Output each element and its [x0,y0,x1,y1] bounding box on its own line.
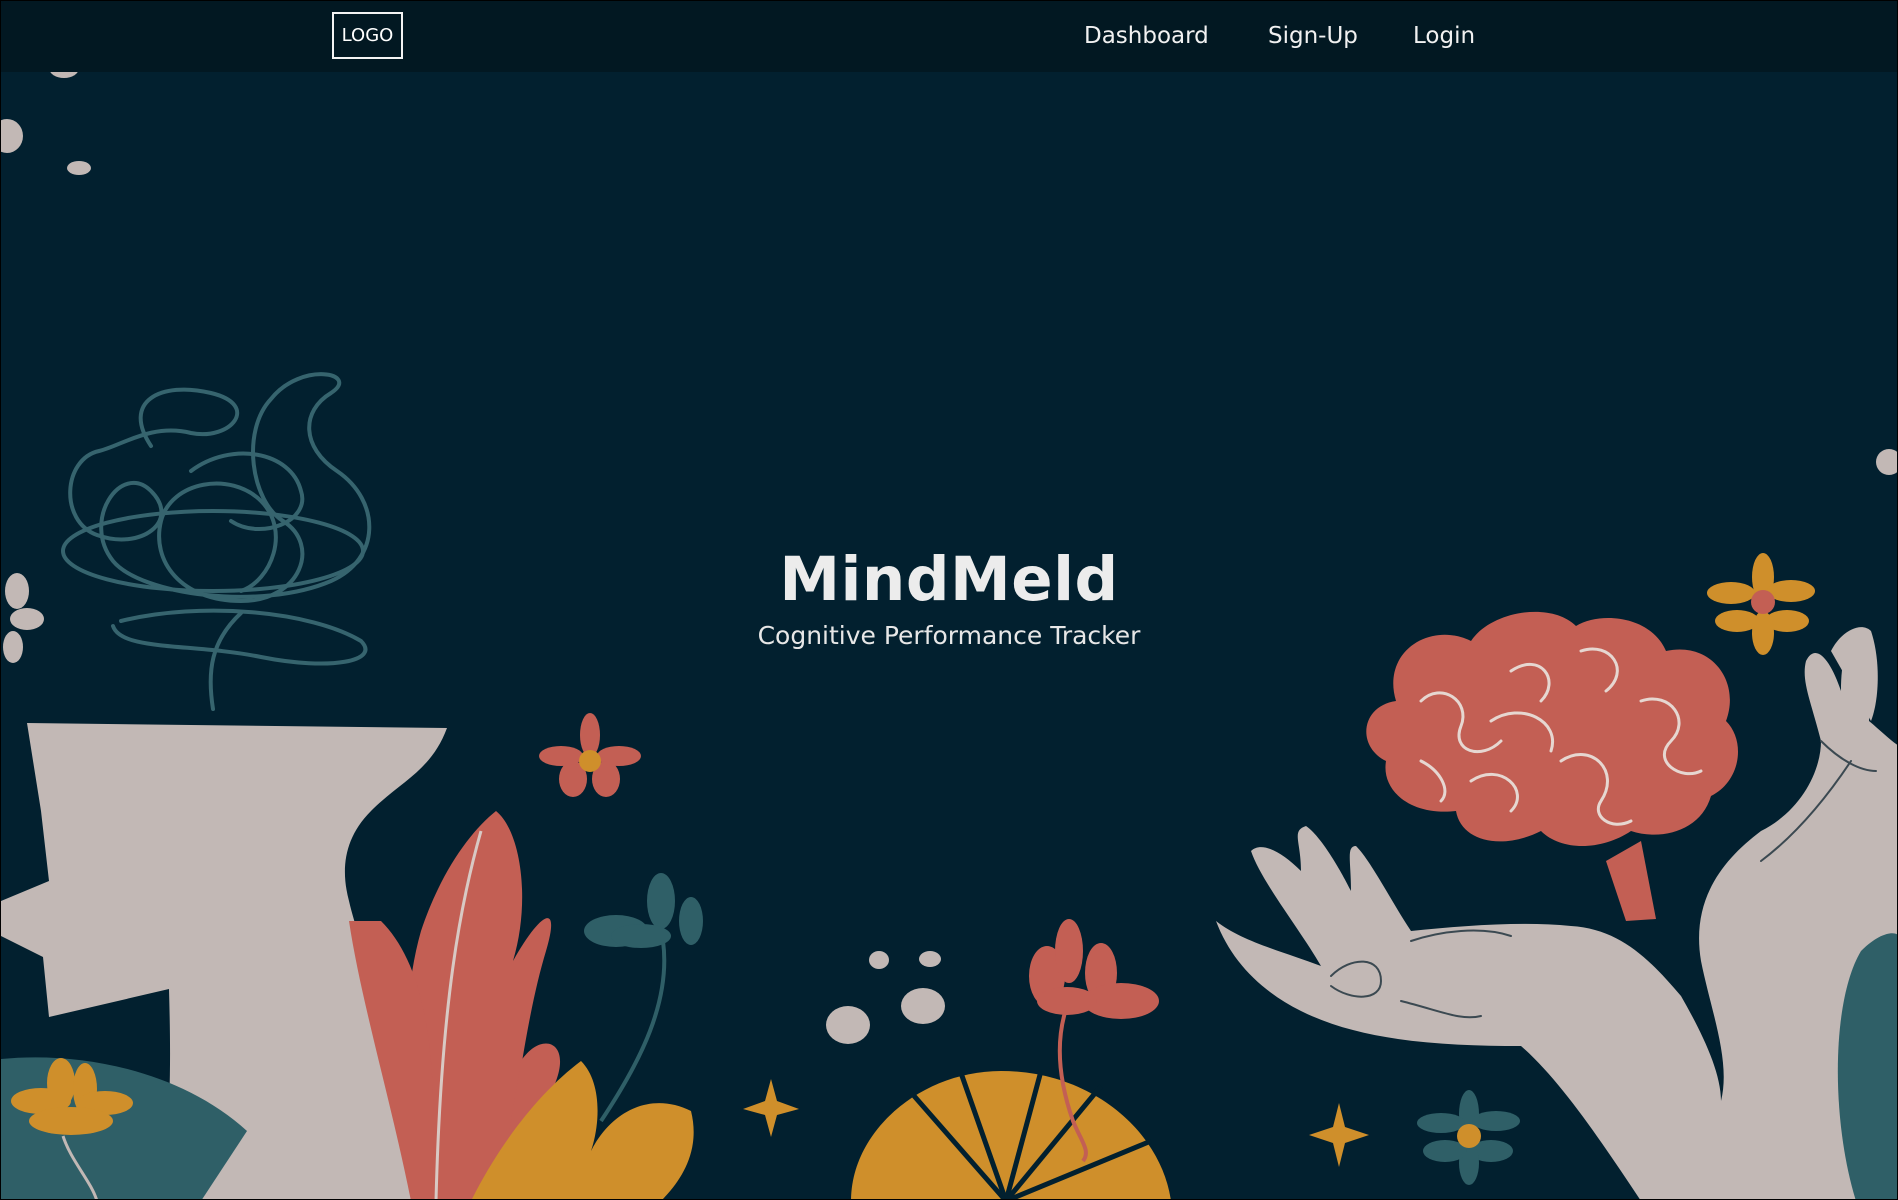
decorative-dots-icon [1,58,1897,475]
landing-page: LOGO Dashboard Sign-Up Login MindMeld Co… [0,0,1898,1200]
nav-link-dashboard[interactable]: Dashboard [1084,23,1209,49]
mustard-fan-icon [851,1070,1171,1199]
page-subtitle: Cognitive Performance Tracker [757,621,1141,650]
tangled-thoughts-icon [61,372,372,711]
teal-flower-icon [584,873,703,1123]
nav-link-login[interactable]: Login [1413,23,1475,49]
top-navigation-bar: LOGO Dashboard Sign-Up Login [1,1,1897,72]
nav-link-sign-up[interactable]: Sign-Up [1268,23,1358,49]
page-title: MindMeld [779,544,1119,615]
coral-flower-icon [539,713,641,797]
logo[interactable]: LOGO [332,12,403,59]
pebbles-icon [826,951,945,1044]
teal-daisy-icon [1417,1090,1520,1185]
brain-icon [1366,611,1738,921]
